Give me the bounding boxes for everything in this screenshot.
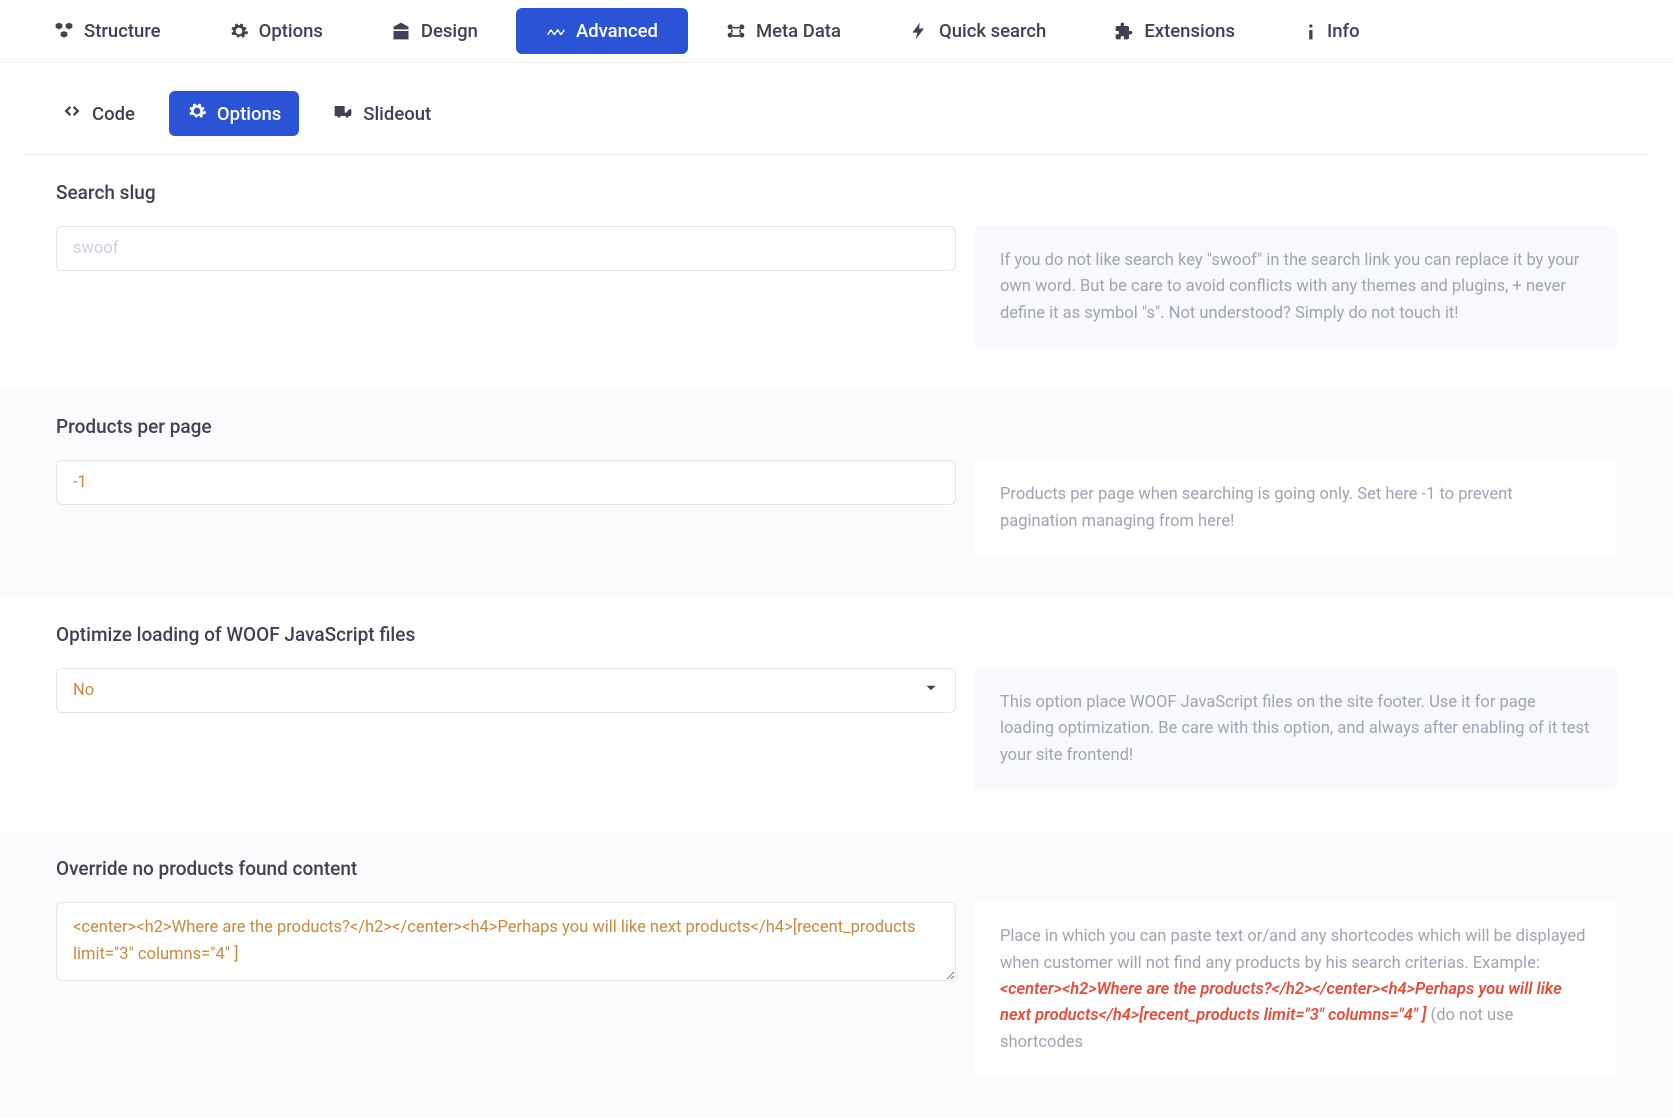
tab-label: Structure xyxy=(84,20,161,42)
tab-label: Quick search xyxy=(939,20,1046,42)
tab-label: Design xyxy=(421,20,478,42)
tab-design[interactable]: Design xyxy=(357,0,512,62)
sub-tab-code[interactable]: Code xyxy=(44,91,153,136)
tab-options[interactable]: Options xyxy=(195,0,357,62)
section-title: Products per page xyxy=(56,415,1617,438)
section-title: Optimize loading of WOOF JavaScript file… xyxy=(56,623,1617,646)
section-products-per-page: Products per page Products per page when… xyxy=(0,389,1673,597)
help-text: This option place WOOF JavaScript files … xyxy=(974,668,1617,791)
section-optimize-js: Optimize loading of WOOF JavaScript file… xyxy=(0,597,1673,831)
sub-tab-label: Code xyxy=(92,103,135,125)
sub-tabs: Code Options Slideout xyxy=(0,63,1673,136)
tab-label: Options xyxy=(259,20,323,42)
tab-label: Extensions xyxy=(1144,20,1235,42)
sub-tab-label: Slideout xyxy=(363,103,431,125)
code-icon xyxy=(62,101,82,126)
section-title: Search slug xyxy=(56,181,1617,204)
tab-advanced[interactable]: Advanced xyxy=(516,8,688,54)
tab-structure[interactable]: Structure xyxy=(20,0,195,62)
help-text: Place in which you can paste text or/and… xyxy=(974,902,1617,1078)
tab-label: Meta Data xyxy=(756,20,841,42)
products-per-page-input[interactable] xyxy=(56,460,956,505)
help-text: If you do not like search key "swoof" in… xyxy=(974,226,1617,349)
sub-tab-slideout[interactable]: Slideout xyxy=(315,91,449,136)
info-icon xyxy=(1303,21,1317,41)
tab-extensions[interactable]: Extensions xyxy=(1080,0,1269,62)
tab-label: Advanced xyxy=(576,20,658,42)
cubes-icon xyxy=(54,21,74,41)
tab-meta-data[interactable]: Meta Data xyxy=(692,0,875,62)
palette-icon xyxy=(391,21,411,41)
help-text: Products per page when searching is goin… xyxy=(974,460,1617,557)
main-tabs: Structure Options Design Advanced Meta D… xyxy=(0,0,1673,63)
tab-quick-search[interactable]: Quick search xyxy=(875,0,1080,62)
gear-icon xyxy=(187,101,207,126)
section-search-slug: Search slug If you do not like search ke… xyxy=(0,155,1673,389)
wave-icon xyxy=(546,21,566,41)
search-slug-input[interactable] xyxy=(56,226,956,271)
tab-info[interactable]: Info xyxy=(1269,0,1394,62)
tab-label: Info xyxy=(1327,20,1360,42)
sub-tab-label: Options xyxy=(217,103,281,125)
section-override-no-products: Override no products found content Place… xyxy=(0,831,1673,1118)
truck-icon xyxy=(333,101,353,126)
puzzle-icon xyxy=(1114,21,1134,41)
nodes-icon xyxy=(726,21,746,41)
help-pre: Place in which you can paste text or/and… xyxy=(1000,927,1585,972)
gear-icon xyxy=(229,21,249,41)
section-title: Override no products found content xyxy=(56,857,1617,880)
optimize-js-select[interactable]: No xyxy=(56,668,956,713)
bolt-icon xyxy=(909,21,929,41)
override-no-products-textarea[interactable] xyxy=(56,902,956,981)
sub-tab-options[interactable]: Options xyxy=(169,91,299,136)
